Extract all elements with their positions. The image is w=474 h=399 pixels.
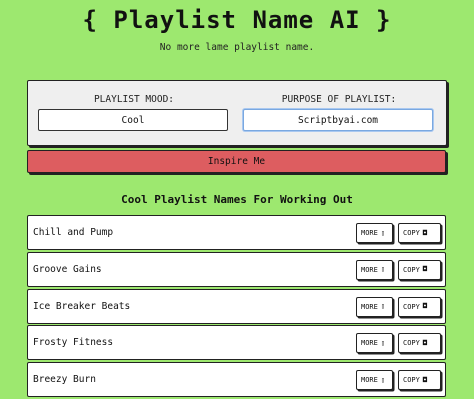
inspire-me-button[interactable]: Inspire Me — [27, 150, 446, 173]
results-heading: Cool Playlist Names For Working Out — [121, 193, 353, 206]
playlist-purpose-input[interactable] — [243, 109, 433, 131]
copy-button-label: COPY — [403, 265, 420, 274]
copy-button[interactable]: COPY ◘ — [398, 223, 441, 243]
clipboard-icon: ◘ — [422, 302, 428, 311]
copy-button[interactable]: COPY ◘ — [398, 296, 441, 317]
page-subtitle: No more lame playlist name. — [159, 42, 315, 53]
playlist-mood-label: PLAYLIST MOOD: — [93, 94, 175, 105]
more-button-label: MORE — [361, 229, 378, 237]
book-icon: ▯ — [380, 338, 386, 347]
result-name: Breezy Burn — [33, 374, 96, 386]
copy-button[interactable]: COPY ◘ — [398, 259, 441, 280]
results-list: Chill and Pump MORE ▯ COPY ◘ Groove Gains … — [27, 215, 446, 399]
result-row: Frosty Fitness MORE ▯ COPY ◘ — [27, 325, 446, 361]
playlist-mood-input[interactable] — [38, 109, 228, 131]
result-name: Groove Gains — [33, 263, 102, 275]
copy-button[interactable]: COPY ◘ — [398, 333, 441, 354]
more-button-label: MORE — [361, 339, 378, 348]
more-button-label: MORE — [361, 265, 378, 274]
more-button-label: MORE — [361, 302, 378, 311]
result-name: Chill and Pump — [33, 227, 114, 238]
more-button[interactable]: MORE ▯ — [356, 296, 393, 317]
copy-button-label: COPY — [403, 339, 420, 348]
more-button[interactable]: MORE ▯ — [356, 223, 393, 243]
copy-button-label: COPY — [403, 376, 420, 385]
result-row: Breezy Burn MORE ▯ COPY ◘ — [27, 362, 446, 398]
clipboard-icon: ◘ — [422, 375, 428, 384]
more-button-label: MORE — [361, 376, 378, 385]
playlist-purpose-label: PURPOSE OF PLAYLIST: — [281, 94, 397, 105]
result-name: Ice Breaker Beats — [33, 300, 131, 312]
more-button[interactable]: MORE ▯ — [356, 370, 393, 391]
result-row: Chill and Pump MORE ▯ COPY ◘ — [27, 215, 446, 250]
book-icon: ▯ — [380, 302, 386, 311]
page-title: { Playlist Name AI } — [82, 6, 392, 34]
more-button[interactable]: MORE ▯ — [356, 259, 393, 280]
result-name: Frosty Fitness — [33, 337, 114, 349]
copy-button-label: COPY — [403, 302, 420, 311]
clipboard-icon: ◘ — [422, 265, 428, 274]
copy-button-label: COPY — [403, 229, 420, 237]
book-icon: ▯ — [380, 265, 386, 274]
result-row: Ice Breaker Beats MORE ▯ COPY ◘ — [27, 288, 446, 324]
book-icon: ▯ — [380, 228, 386, 237]
copy-button[interactable]: COPY ◘ — [398, 370, 441, 391]
more-button[interactable]: MORE ▯ — [356, 333, 393, 354]
clipboard-icon: ◘ — [422, 338, 428, 347]
result-row: Groove Gains MORE ▯ COPY ◘ — [27, 251, 446, 287]
form-panel: PLAYLIST MOOD: PURPOSE OF PLAYLIST: — [27, 80, 447, 146]
clipboard-icon: ◘ — [422, 228, 428, 237]
book-icon: ▯ — [380, 375, 386, 384]
